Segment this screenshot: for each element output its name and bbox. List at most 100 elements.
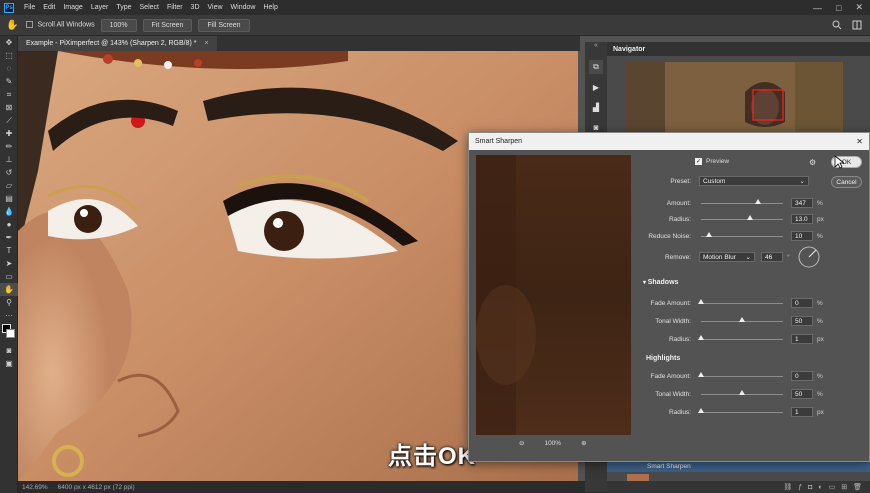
menu-file[interactable]: File — [20, 4, 39, 11]
zoom-readout[interactable]: 142.69% — [22, 484, 48, 491]
close-window-icon[interactable]: ✕ — [848, 2, 870, 13]
highlights-fade-input[interactable]: 0 — [791, 371, 813, 381]
menu-help[interactable]: Help — [259, 4, 281, 11]
quick-select-tool-icon[interactable]: ✎ — [0, 75, 18, 88]
link-layers-icon[interactable]: ⛓ — [783, 483, 792, 491]
fill-screen-button[interactable]: Fill Screen — [198, 18, 250, 32]
radius-input[interactable]: 13.0 — [791, 214, 813, 224]
frame-tool-icon[interactable]: ⊠ — [0, 101, 18, 114]
scroll-all-windows-checkbox[interactable]: Scroll All Windows — [26, 21, 95, 29]
dodge-tool-icon[interactable]: ● — [0, 218, 18, 231]
highlights-tonal-thumb[interactable] — [739, 389, 745, 395]
menu-3d[interactable]: 3D — [187, 4, 204, 11]
group-icon[interactable]: ▭ — [829, 483, 836, 491]
more-tools-icon[interactable]: ··· — [0, 309, 18, 322]
adjustment-icon[interactable]: ◐ — [818, 484, 822, 491]
menu-view[interactable]: View — [204, 4, 227, 11]
gradient-tool-icon[interactable]: ▤ — [0, 192, 18, 205]
angle-input[interactable]: 46 — [761, 252, 783, 262]
lasso-tool-icon[interactable]: ◌ — [0, 62, 18, 75]
highlights-section-header[interactable]: Highlights — [646, 355, 680, 362]
search-icon[interactable] — [832, 20, 842, 30]
delete-layer-icon[interactable]: 🗑 — [853, 483, 862, 491]
shadows-tonal-thumb[interactable] — [739, 316, 745, 322]
dialog-close-icon[interactable]: ✕ — [856, 137, 869, 146]
histogram-icon[interactable]: ▟ — [589, 100, 603, 114]
color-swatches[interactable] — [0, 322, 17, 344]
add-mask-icon[interactable]: ◘ — [808, 484, 812, 491]
fx-icon[interactable]: ƒ — [798, 484, 802, 491]
background-color[interactable] — [6, 329, 15, 338]
actions-play-icon[interactable]: ▶ — [589, 80, 603, 94]
menu-filter[interactable]: Filter — [163, 4, 187, 11]
crop-tool-icon[interactable]: ⌗ — [0, 88, 18, 101]
preview-checkbox[interactable]: ✓ — [695, 158, 702, 165]
shadows-fade-slider[interactable] — [698, 298, 783, 304]
radius-slider-thumb[interactable] — [747, 214, 754, 220]
shadows-radius-thumb[interactable] — [698, 334, 704, 340]
workspace-icon[interactable] — [852, 20, 862, 30]
zoom-100-button[interactable]: 100% — [100, 18, 137, 32]
shadows-fade-thumb[interactable] — [698, 298, 704, 304]
zoom-out-icon[interactable]: ⊖ — [519, 439, 524, 447]
pen-tool-icon[interactable]: ✒ — [0, 231, 18, 244]
reduce-noise-slider-thumb[interactable] — [706, 231, 713, 237]
highlights-tonal-slider[interactable] — [701, 389, 783, 395]
quick-mask-icon[interactable]: ◙ — [0, 344, 18, 357]
clone-stamp-tool-icon[interactable]: ⊥ — [0, 153, 18, 166]
menu-layer[interactable]: Layer — [87, 4, 113, 11]
new-layer-icon[interactable]: ⊞ — [841, 483, 847, 491]
radius-slider[interactable] — [701, 214, 783, 220]
brush-tool-icon[interactable]: ✏ — [0, 140, 18, 153]
reduce-noise-slider[interactable] — [701, 231, 783, 237]
minimize-icon[interactable]: — — [806, 3, 829, 13]
highlights-radius-thumb[interactable] — [698, 407, 704, 413]
highlights-fade-thumb[interactable] — [698, 371, 704, 377]
preview-checkbox-row[interactable]: ✓ Preview — [695, 158, 729, 165]
zoom-tool-icon[interactable]: ⚲ — [0, 296, 18, 309]
menu-edit[interactable]: Edit — [39, 4, 59, 11]
shadows-tonal-slider[interactable] — [701, 316, 783, 322]
fit-screen-button[interactable]: Fit Screen — [142, 18, 193, 32]
eyedropper-tool-icon[interactable]: ⟋ — [0, 114, 18, 127]
document-tab[interactable]: Example - PiXimperfect @ 143% (Sharpen 2… — [18, 36, 217, 51]
menu-select[interactable]: Select — [136, 4, 163, 11]
shadows-tonal-input[interactable]: 50 — [791, 316, 813, 326]
preset-dropdown[interactable]: Custom ⌄ — [699, 176, 809, 186]
menu-image[interactable]: Image — [59, 4, 86, 11]
highlights-radius-slider[interactable] — [698, 407, 783, 413]
menu-window[interactable]: Window — [227, 4, 260, 11]
dialog-title-bar[interactable]: Smart Sharpen ✕ — [469, 133, 869, 150]
navigator-tab[interactable]: Navigator — [607, 42, 870, 56]
highlights-radius-input[interactable]: 1 — [791, 407, 813, 417]
menu-type[interactable]: Type — [112, 4, 135, 11]
collapse-icon[interactable]: « — [585, 42, 607, 54]
highlights-tonal-input[interactable]: 50 — [791, 389, 813, 399]
amount-slider-thumb[interactable] — [754, 198, 761, 204]
screen-mode-icon[interactable]: ▣ — [0, 357, 18, 370]
highlights-fade-slider[interactable] — [698, 371, 783, 377]
history-brush-tool-icon[interactable]: ↺ — [0, 166, 18, 179]
shadows-radius-slider[interactable] — [698, 334, 783, 340]
hand-tool-icon[interactable]: ✋ — [0, 283, 18, 296]
move-tool-icon[interactable]: ✥ — [0, 36, 18, 49]
healing-brush-tool-icon[interactable]: ✚ — [0, 127, 18, 140]
maximize-icon[interactable]: □ — [829, 3, 848, 13]
filter-preview-pane[interactable] — [476, 155, 631, 435]
marquee-tool-icon[interactable]: ⬚ — [0, 49, 18, 62]
type-tool-icon[interactable]: T — [0, 244, 18, 257]
eraser-tool-icon[interactable]: ▱ — [0, 179, 18, 192]
blur-tool-icon[interactable]: 💧 — [0, 205, 18, 218]
path-selection-tool-icon[interactable]: ➤ — [0, 257, 18, 270]
close-tab-icon[interactable]: × — [205, 40, 209, 47]
amount-slider[interactable] — [701, 198, 783, 204]
history-icon[interactable]: ⧉ — [589, 60, 603, 74]
angle-dial-icon[interactable] — [798, 246, 820, 268]
cancel-button[interactable]: Cancel — [831, 176, 862, 188]
checkbox-box[interactable] — [26, 21, 34, 29]
navigator-thumbnail[interactable] — [625, 62, 843, 132]
settings-gear-icon[interactable]: ⚙ — [809, 158, 816, 167]
remove-dropdown[interactable]: Motion Blur ⌄ — [699, 252, 755, 262]
zoom-in-icon[interactable]: ⊕ — [581, 439, 586, 447]
shape-tool-icon[interactable]: ▭ — [0, 270, 18, 283]
